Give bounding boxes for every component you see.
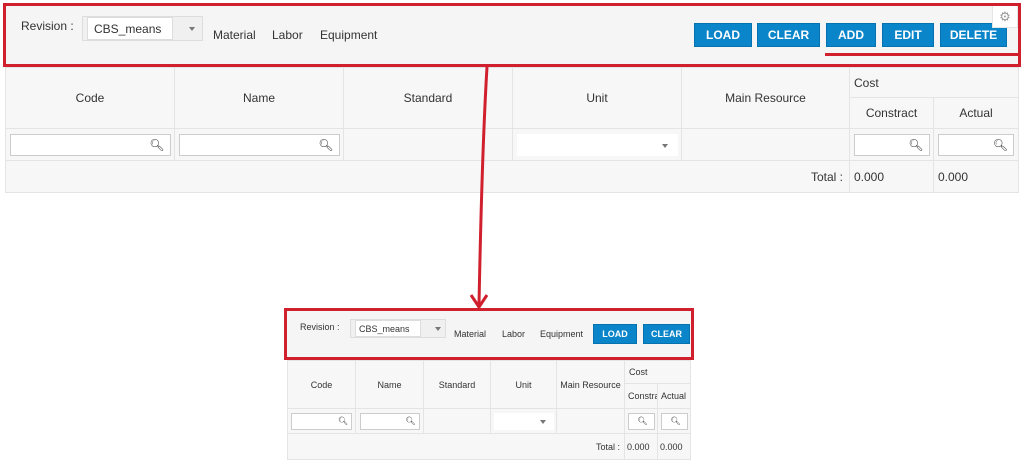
code-filter-input[interactable]: 🔍︎ xyxy=(291,412,352,430)
search-icon: 🔍︎ xyxy=(637,416,648,426)
header-unit[interactable]: Unit xyxy=(490,360,557,409)
header-main-resource[interactable]: Main Resource xyxy=(556,360,625,409)
unit-filter-select[interactable] xyxy=(493,412,554,430)
arrow-line xyxy=(477,66,489,306)
total-actual: 0.000 xyxy=(656,433,692,460)
annotation-box-bottom xyxy=(284,308,694,360)
chevron-down-icon xyxy=(539,420,546,424)
search-icon: 🔍︎ xyxy=(337,416,348,426)
header-actual[interactable]: Actual xyxy=(656,383,692,409)
data-grid-narrow: Code Name Standard Unit Main Resource Co… xyxy=(287,360,692,460)
header-standard[interactable]: Standard xyxy=(423,360,491,409)
header-name[interactable]: Name xyxy=(355,360,424,409)
total-constract: 0.000 xyxy=(624,433,658,460)
actual-filter-input[interactable]: 🔍︎ xyxy=(660,412,688,430)
total-label: Total : xyxy=(287,433,625,460)
constract-filter-input[interactable]: 🔍︎ xyxy=(627,412,655,430)
header-code[interactable]: Code xyxy=(287,360,356,409)
search-icon: 🔍︎ xyxy=(405,416,416,426)
header-cost: Cost xyxy=(623,360,692,384)
search-icon: 🔍︎ xyxy=(670,416,681,426)
name-filter-input[interactable]: 🔍︎ xyxy=(359,412,420,430)
header-constract[interactable]: Constra xyxy=(624,383,658,409)
